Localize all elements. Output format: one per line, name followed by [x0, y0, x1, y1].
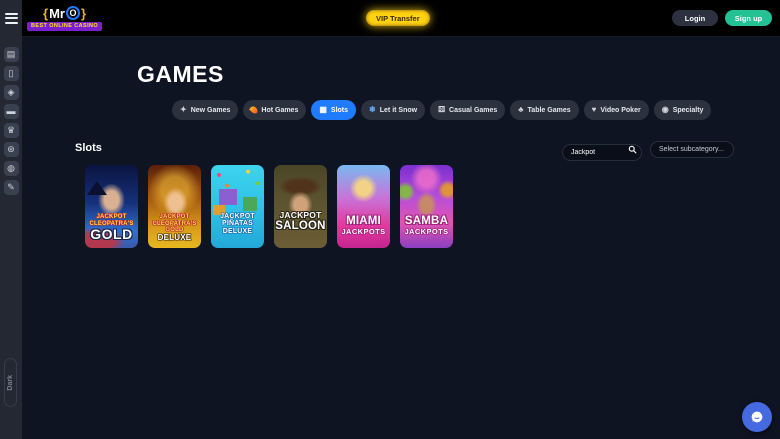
- sidebar-banking-icon[interactable]: ▬: [4, 104, 19, 119]
- laurel-right-icon: }: [81, 7, 86, 20]
- site-logo[interactable]: { MrO } BEST ONLINE CASINO: [27, 6, 102, 31]
- game-card-samba-jackpots[interactable]: SAMBA JACKPOTS: [400, 165, 453, 248]
- snowflake-icon: ❄: [369, 106, 376, 114]
- game-search: [562, 141, 642, 158]
- slot-machine-icon: ▦: [319, 106, 327, 114]
- game-title-line: JACKPOT: [85, 214, 138, 221]
- laurel-left-icon: {: [43, 7, 48, 20]
- logo-tagline: BEST ONLINE CASINO: [27, 22, 102, 31]
- vip-transfer-badge[interactable]: VIP Transfer: [366, 10, 430, 26]
- game-title-line: DELUXE: [211, 228, 264, 236]
- hamburger-menu-button[interactable]: [0, 0, 22, 37]
- sidebar-mobile-games-icon[interactable]: ▯: [4, 66, 19, 81]
- casino-page: { MrO } BEST ONLINE CASINO VIP Transfer …: [0, 0, 780, 439]
- game-title-line: JACKPOT: [274, 211, 327, 221]
- playing-cards-icon: ♣: [518, 106, 523, 114]
- tab-video-poker[interactable]: ♥ Video Poker: [584, 100, 649, 120]
- dark-theme-label: Dark: [7, 375, 14, 391]
- tab-table-games[interactable]: ♣ Table Games: [510, 100, 578, 120]
- subcategory-select[interactable]: Select subcategory...: [650, 141, 734, 158]
- game-title-line: GOLD: [85, 227, 138, 243]
- sparkle-icon: ✦: [180, 106, 187, 114]
- tab-new-games[interactable]: ✦ New Games: [172, 100, 238, 120]
- sidebar-promotions-icon[interactable]: ◈: [4, 85, 19, 100]
- logo-o-ring: O: [66, 6, 80, 20]
- tab-casual-games[interactable]: ⚄ Casual Games: [430, 100, 505, 120]
- top-bar: { MrO } BEST ONLINE CASINO VIP Transfer …: [0, 0, 780, 37]
- game-card-jackpot-cleopatras-gold-deluxe[interactable]: JACKPOT CLEOPATRA'S GOLD DELUXE: [148, 165, 201, 248]
- flame-icon: [249, 105, 259, 115]
- page-title: GAMES: [137, 61, 224, 88]
- logo-text: MrO: [49, 6, 80, 21]
- sidebar-slot-machine-icon[interactable]: ▤: [4, 47, 19, 62]
- sidebar-vip-crown-icon[interactable]: ♛: [4, 123, 19, 138]
- game-card-jackpot-saloon[interactable]: JACKPOT SALOON: [274, 165, 327, 248]
- dice-icon: ⚄: [438, 106, 445, 114]
- left-sidebar: ▤ ▯ ◈ ▬ ♛ ⊛ ◍ ✎ Dark: [0, 37, 22, 439]
- sidebar-rewards-medal-icon[interactable]: ⊛: [4, 142, 19, 157]
- tab-let-it-snow[interactable]: ❄ Let it Snow: [361, 100, 425, 120]
- section-title-slots: Slots: [75, 142, 102, 154]
- category-tabs: ✦ New Games Hot Games ▦ Slots ❄ Let it S…: [172, 100, 711, 120]
- hamburger-icon: [5, 13, 18, 24]
- game-card-jackpot-cleopatras-gold[interactable]: JACKPOT CLEOPATRA'S GOLD: [85, 165, 138, 248]
- game-card-jackpot-pinatas-deluxe[interactable]: JACKPOT PIÑATAS DELUXE: [211, 165, 264, 248]
- main-content: GAMES ✦ New Games Hot Games ▦ Slots ❄ Le…: [22, 37, 780, 439]
- chat-bubble-icon: [749, 409, 765, 425]
- specialty-ball-icon: ◉: [662, 106, 669, 114]
- login-button[interactable]: Login: [672, 10, 718, 26]
- search-icon[interactable]: [628, 145, 637, 154]
- chat-launcher-button[interactable]: [742, 402, 772, 432]
- game-title-line: JACKPOT: [148, 214, 201, 221]
- game-title-line: JACKPOTS: [337, 228, 390, 236]
- signup-button[interactable]: Sign up: [725, 10, 772, 26]
- game-title-line: SALOON: [274, 220, 327, 233]
- game-title-line: DELUXE: [148, 234, 201, 243]
- game-title-line: MIAMI: [337, 215, 390, 228]
- tab-slots[interactable]: ▦ Slots: [311, 100, 356, 120]
- game-card-miami-jackpots[interactable]: MIAMI JACKPOTS: [337, 165, 390, 248]
- dark-theme-toggle[interactable]: Dark: [4, 358, 17, 407]
- game-card-grid: JACKPOT CLEOPATRA'S GOLD JACKPOT CLEOPAT…: [85, 165, 453, 248]
- game-title-line: JACKPOTS: [400, 228, 453, 236]
- tab-hot-games[interactable]: Hot Games: [243, 100, 306, 120]
- sidebar-casino-chip-icon[interactable]: ◍: [4, 161, 19, 176]
- sidebar-blog-pencil-icon[interactable]: ✎: [4, 180, 19, 195]
- game-title-line: SAMBA: [400, 215, 453, 228]
- game-title-line: PIÑATAS: [211, 220, 264, 228]
- tab-specialty[interactable]: ◉ Specialty: [654, 100, 712, 120]
- video-poker-icon: ♥: [592, 106, 597, 114]
